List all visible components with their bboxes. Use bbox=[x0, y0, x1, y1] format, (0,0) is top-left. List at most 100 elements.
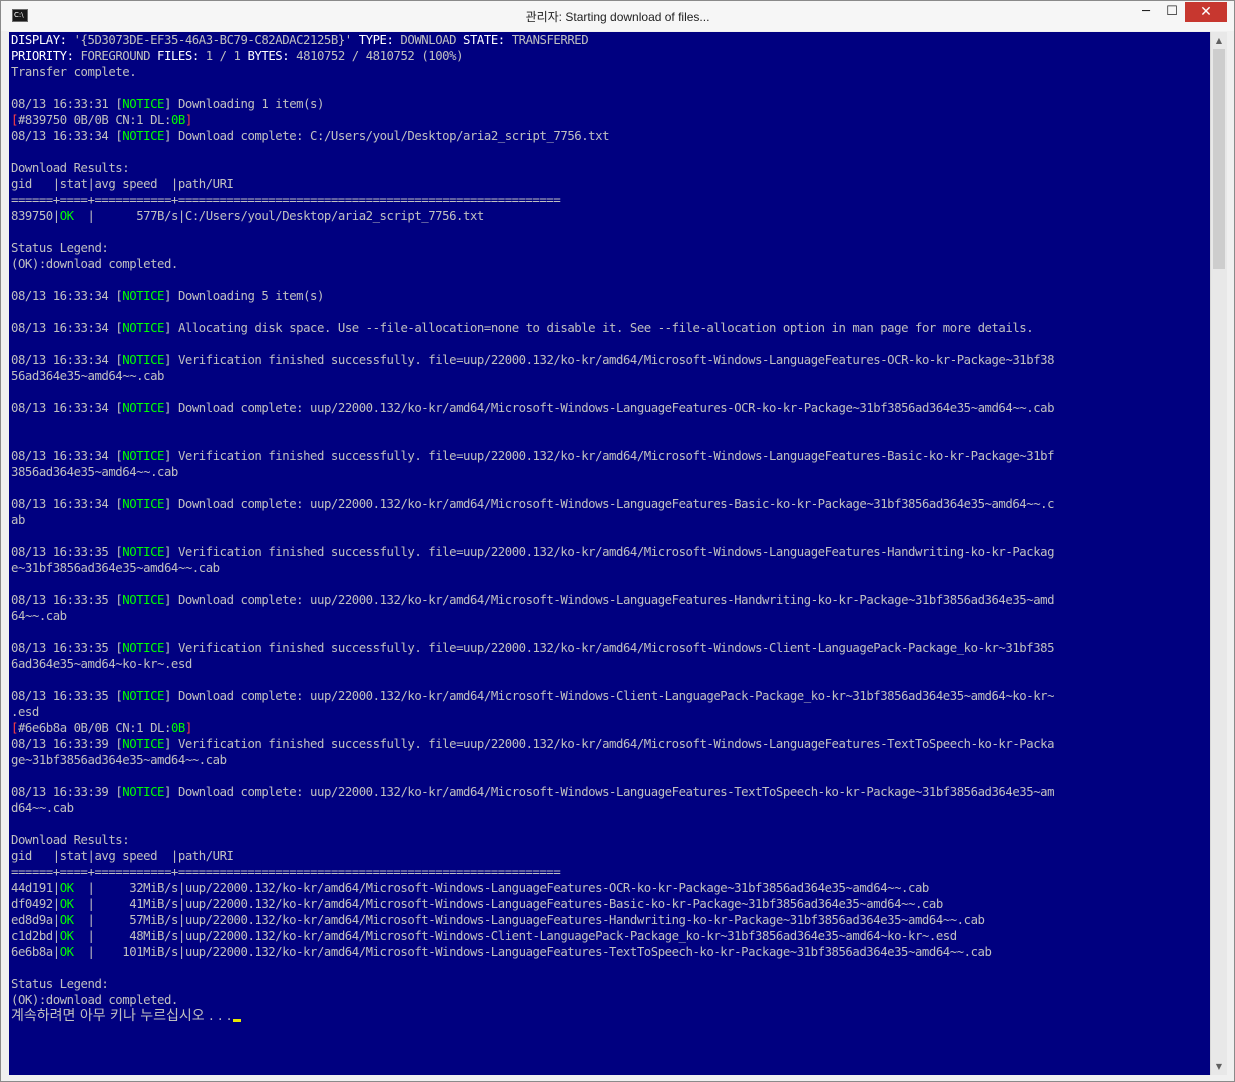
notice-tag: NOTICE bbox=[122, 129, 165, 143]
log-message: Download complete: uup/22000.132/ko-kr/a… bbox=[170, 689, 1055, 703]
files-label: FILES: bbox=[157, 49, 199, 63]
result-status-ok: OK bbox=[59, 945, 74, 959]
minimize-button[interactable]: ─ bbox=[1133, 2, 1159, 22]
log-line-continued: e~31bf3856ad364e35~amd64~~.cab bbox=[11, 561, 220, 575]
log-line: 08/13 16:33:34 [NOTICE] Download complet… bbox=[11, 129, 610, 143]
log-line-continued: 56ad364e35~amd64~~.cab bbox=[11, 369, 164, 383]
result-status-ok: OK bbox=[59, 897, 74, 911]
log-time: 08/13 16:33:35 bbox=[11, 593, 116, 607]
log-message: Downloading 1 item(s) bbox=[170, 97, 324, 111]
log-line: 08/13 16:33:34 [NOTICE] Verification fin… bbox=[11, 449, 1055, 463]
window-title: 관리자: Starting download of files... bbox=[525, 10, 710, 24]
priority-value: FOREGROUND bbox=[73, 49, 158, 63]
log-line: 08/13 16:33:34 [NOTICE] Allocating disk … bbox=[11, 321, 1034, 335]
log-time: 08/13 16:33:34 bbox=[11, 321, 116, 335]
log-message: Allocating disk space. Use --file-alloca… bbox=[170, 321, 1034, 335]
progress-line: [#839750 0B/0B CN:1 DL:0B] bbox=[9, 112, 1210, 128]
transfer-complete-line: Transfer complete. bbox=[11, 65, 137, 79]
notice-tag: NOTICE bbox=[122, 97, 165, 111]
progress-open-bracket: [ bbox=[11, 721, 18, 735]
result-detail: | 32MiB/s|uup/22000.132/ko-kr/amd64/Micr… bbox=[73, 881, 930, 895]
log-message: Verification finished successfully. file… bbox=[170, 737, 1055, 751]
title-bar[interactable]: C:\ 관리자: Starting download of files... ─… bbox=[1, 1, 1234, 31]
log-line-continued: ge~31bf3856ad364e35~amd64~~.cab bbox=[11, 753, 227, 767]
notice-tag: NOTICE bbox=[122, 641, 165, 655]
vertical-scrollbar[interactable]: ▲ ▼ bbox=[1210, 32, 1227, 1075]
scrollbar-thumb[interactable] bbox=[1213, 49, 1225, 269]
progress-close-bracket: ] bbox=[184, 721, 192, 735]
notice-tag: NOTICE bbox=[122, 353, 165, 367]
legend-title: Status Legend: bbox=[11, 977, 109, 991]
result-gid: c1d2bd| bbox=[11, 929, 60, 943]
result-status-ok: OK bbox=[59, 209, 74, 223]
scroll-down-arrow-icon[interactable]: ▼ bbox=[1211, 1058, 1227, 1075]
log-time: 08/13 16:33:34 bbox=[11, 353, 116, 367]
log-message: Downloading 5 item(s) bbox=[170, 289, 324, 303]
notice-tag: NOTICE bbox=[122, 449, 165, 463]
log-line-continued: 6ad364e35~amd64~ko-kr~.esd bbox=[11, 657, 192, 671]
results-row: 839750|OK | 577B/s|C:/Users/youl/Desktop… bbox=[9, 208, 1210, 224]
result-status-ok: OK bbox=[59, 913, 74, 927]
progress-close-bracket: ] bbox=[184, 113, 192, 127]
display-value: '{5D3073DE-EF35-46A3-BC79-C82ADAC2125B}' bbox=[66, 33, 359, 47]
type-label: TYPE: bbox=[358, 33, 394, 47]
bytes-value: 4810752 / 4810752 (100%) bbox=[289, 49, 464, 63]
result-status-ok: OK bbox=[59, 929, 74, 943]
notice-tag: NOTICE bbox=[122, 689, 165, 703]
results-header: gid |stat|avg speed |path/URI bbox=[11, 177, 234, 191]
scroll-up-arrow-icon[interactable]: ▲ bbox=[1211, 32, 1227, 49]
results-title: Download Results: bbox=[11, 161, 130, 175]
maximize-button[interactable]: ☐ bbox=[1159, 2, 1185, 22]
results-row: 6e6b8a|OK | 101MiB/s|uup/22000.132/ko-kr… bbox=[9, 944, 1210, 960]
log-line: 08/13 16:33:35 [NOTICE] Download complet… bbox=[11, 689, 1055, 703]
console-window: C:\ 관리자: Starting download of files... ─… bbox=[0, 0, 1235, 1082]
log-message: Download complete: uup/22000.132/ko-kr/a… bbox=[170, 593, 1055, 607]
result-detail: | 41MiB/s|uup/22000.132/ko-kr/amd64/Micr… bbox=[73, 897, 944, 911]
log-message: Download complete: uup/22000.132/ko-kr/a… bbox=[170, 401, 1055, 415]
log-time: 08/13 16:33:34 bbox=[11, 129, 116, 143]
bytes-label: BYTES: bbox=[247, 49, 290, 63]
result-status-ok: OK bbox=[59, 881, 74, 895]
result-gid: df0492| bbox=[11, 897, 60, 911]
log-message: Verification finished successfully. file… bbox=[170, 545, 1055, 559]
log-line-continued: 64~~.cab bbox=[11, 609, 67, 623]
log-line: 08/13 16:33:34 [NOTICE] Verification fin… bbox=[11, 353, 1055, 367]
results-title: Download Results: bbox=[11, 833, 130, 847]
progress-line: [#6e6b8a 0B/0B CN:1 DL:0B] bbox=[9, 720, 1210, 736]
log-line: 08/13 16:33:35 [NOTICE] Verification fin… bbox=[11, 641, 1055, 655]
pause-prompt-line[interactable]: 계속하려면 아무 키나 누르십시오 . . . bbox=[9, 1008, 1210, 1024]
results-divider: ======+====+===========+================… bbox=[11, 193, 561, 207]
notice-tag: NOTICE bbox=[122, 593, 165, 607]
console-output[interactable]: DISPLAY: '{5D3073DE-EF35-46A3-BC79-C82AD… bbox=[9, 32, 1210, 1075]
progress-dl-value: 0B bbox=[170, 721, 185, 735]
log-message: Verification finished successfully. file… bbox=[170, 641, 1055, 655]
log-time: 08/13 16:33:35 bbox=[11, 545, 116, 559]
result-gid: 839750| bbox=[11, 209, 60, 223]
text-cursor bbox=[233, 1019, 242, 1022]
result-detail: | 48MiB/s|uup/22000.132/ko-kr/amd64/Micr… bbox=[73, 929, 958, 943]
result-detail: | 101MiB/s|uup/22000.132/ko-kr/amd64/Mic… bbox=[73, 945, 992, 959]
state-value: TRANSFERRED bbox=[504, 33, 589, 47]
progress-text: #839750 0B/0B CN:1 DL: bbox=[17, 113, 171, 127]
progress-text: #6e6b8a 0B/0B CN:1 DL: bbox=[17, 721, 171, 735]
progress-open-bracket: [ bbox=[11, 113, 18, 127]
notice-tag: NOTICE bbox=[122, 289, 165, 303]
log-time: 08/13 16:33:31 bbox=[11, 97, 116, 111]
notice-tag: NOTICE bbox=[122, 401, 165, 415]
log-time: 08/13 16:33:34 bbox=[11, 497, 116, 511]
log-line-continued: 3856ad364e35~amd64~~.cab bbox=[11, 465, 178, 479]
log-time: 08/13 16:33:34 bbox=[11, 449, 116, 463]
close-button[interactable]: ✕ bbox=[1185, 2, 1227, 22]
result-gid: 44d191| bbox=[11, 881, 60, 895]
type-value: DOWNLOAD bbox=[393, 33, 464, 47]
